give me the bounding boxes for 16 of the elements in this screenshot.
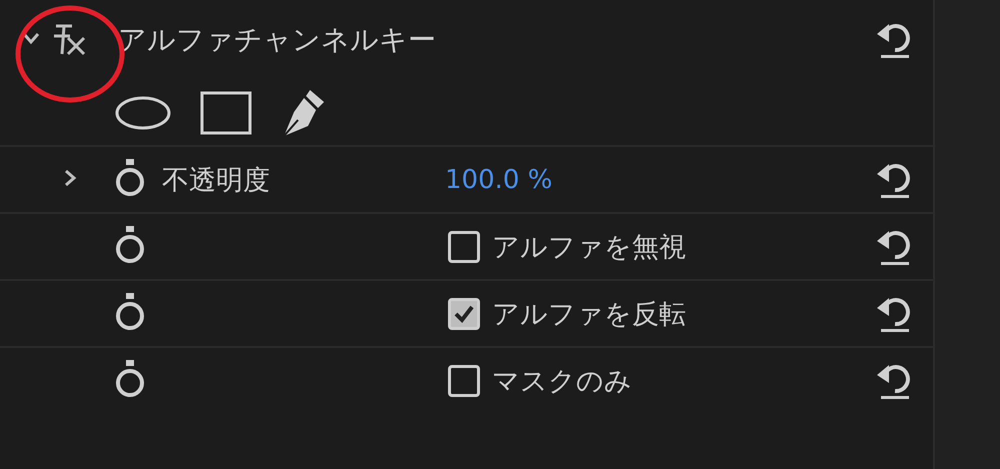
checkbox-label[interactable]: アルファを無視	[490, 228, 686, 264]
property-value[interactable]: 100.0 %	[445, 164, 552, 194]
stopwatch-icon[interactable]	[113, 224, 147, 264]
checkbox[interactable]	[448, 230, 480, 262]
effect-title: アルファチャンネルキー	[117, 22, 437, 58]
stopwatch-icon[interactable]	[113, 292, 147, 332]
checkbox[interactable]	[448, 364, 480, 396]
rectangle-icon[interactable]	[200, 90, 252, 134]
checkmark-icon	[453, 304, 475, 324]
stopwatch-icon[interactable]	[113, 158, 147, 198]
property-label: 不透明度	[161, 164, 271, 198]
checkbox[interactable]	[448, 298, 480, 330]
ellipse-icon[interactable]	[114, 94, 172, 130]
checkbox-label[interactable]: マスクのみ	[490, 362, 632, 398]
stopwatch-icon[interactable]	[113, 358, 147, 398]
checkbox-label[interactable]: アルファを反転	[490, 296, 686, 332]
